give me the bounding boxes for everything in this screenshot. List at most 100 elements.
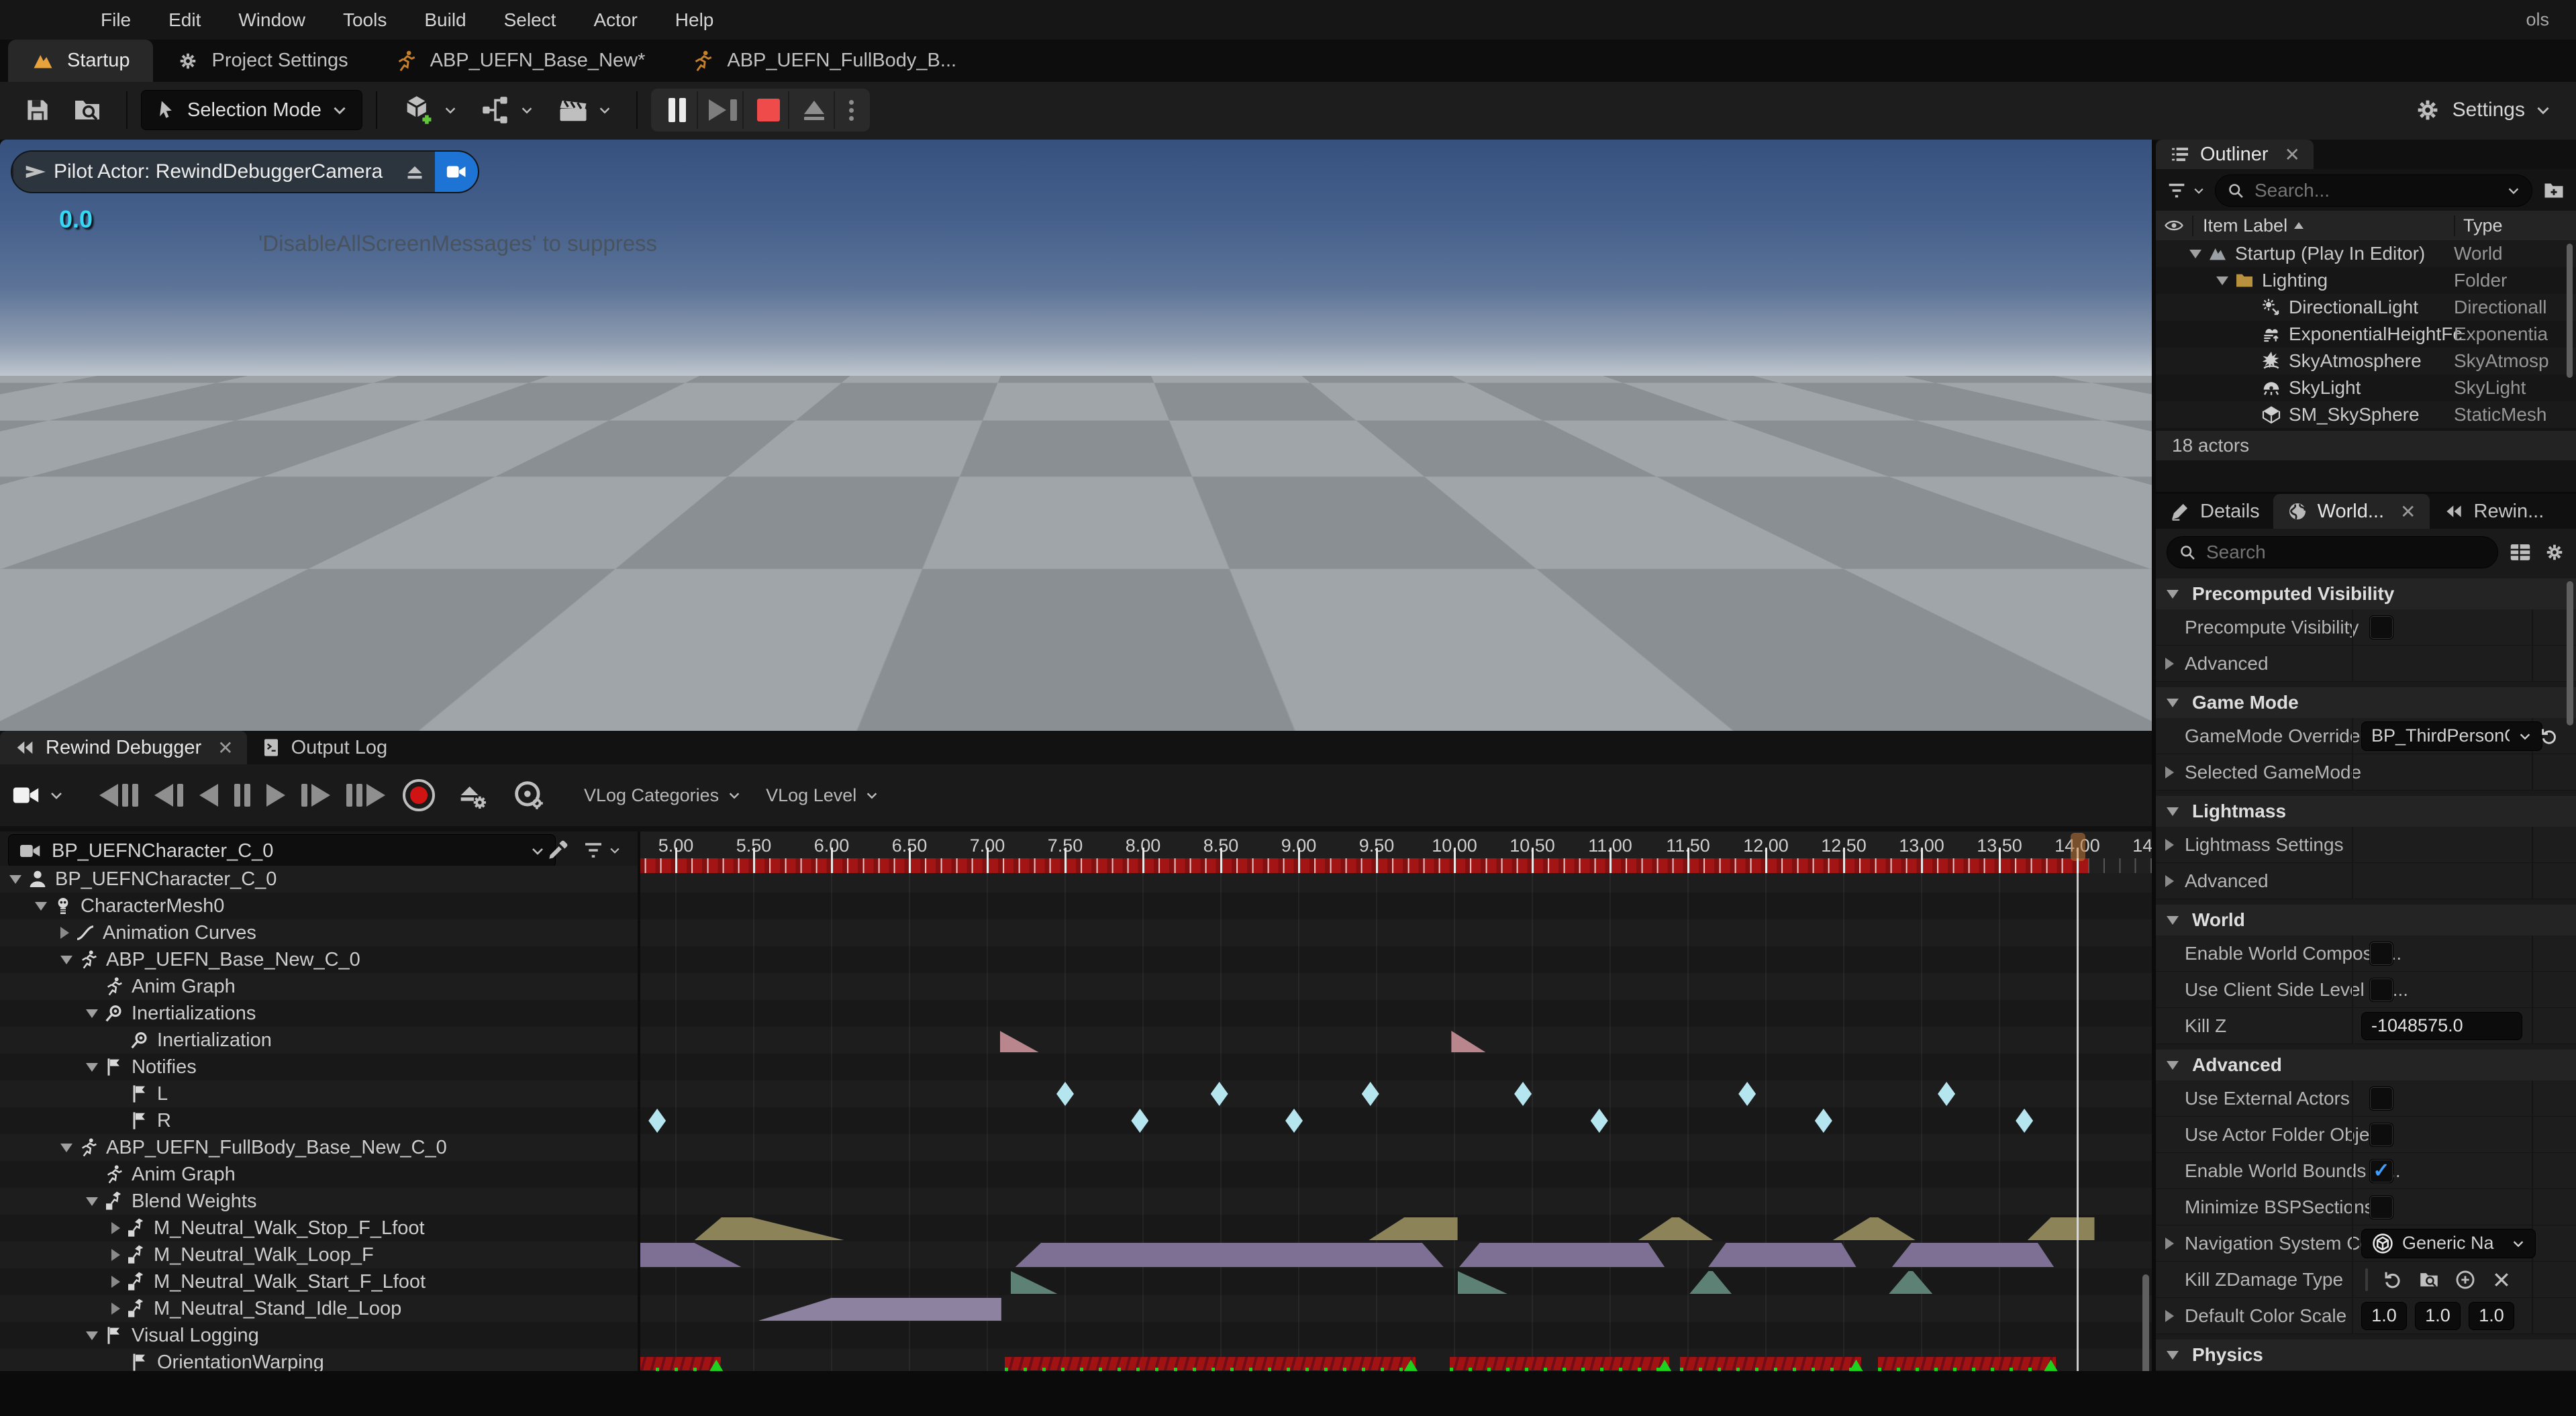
browse-content-icon[interactable] [71, 94, 103, 126]
pilot-actor-pill[interactable]: Pilot Actor: RewindDebuggerCamera [11, 150, 479, 193]
property-row[interactable]: Default Color Scale1.01.01.0 [2156, 1298, 2576, 1334]
tree-row[interactable]: Visual Logging [0, 1322, 638, 1349]
property-row[interactable]: Advanced [2156, 863, 2576, 899]
outliner-row[interactable]: SkyAtmosphereSkyAtmosp [2156, 348, 2576, 374]
section-header-advanced[interactable]: Advanced [2156, 1050, 2576, 1080]
menu-item-edit[interactable]: Edit [168, 9, 201, 31]
expander-down-icon[interactable] [2167, 916, 2179, 925]
property-row[interactable]: Kill Z-1048575.0 [2156, 1008, 2576, 1044]
tab-rewind-debugger[interactable]: Rewind Debugger ✕ [0, 731, 247, 764]
anim-weight-segment[interactable] [1015, 1243, 1444, 1267]
play-reverse-button[interactable] [199, 784, 218, 807]
doc-tab-3[interactable]: ABP_UEFN_Base_New* [371, 40, 668, 82]
property-row[interactable]: Enable World Compositi... [2156, 935, 2576, 972]
record-button[interactable] [403, 779, 435, 811]
playhead-line[interactable] [2077, 858, 2079, 1371]
outliner-scrollbar[interactable] [2567, 244, 2573, 378]
section-header-physics[interactable]: Physics [2156, 1339, 2576, 1370]
expander-down-icon[interactable] [2167, 807, 2179, 816]
visibility-column-icon[interactable] [2164, 215, 2184, 236]
close-icon[interactable]: ✕ [217, 737, 233, 759]
resume-button[interactable] [703, 91, 744, 129]
expander-down-icon[interactable] [60, 956, 72, 964]
expander-right-icon[interactable] [2165, 1237, 2174, 1250]
property-checkbox[interactable] [2369, 1086, 2393, 1111]
expander-down-icon[interactable] [86, 1331, 98, 1340]
property-row[interactable]: Precompute Visibility [2156, 609, 2576, 646]
vlog-level-dropdown[interactable]: VLog Level [766, 785, 879, 806]
tree-row[interactable]: OrientationWarping [0, 1349, 638, 1371]
property-row[interactable]: GameMode OverrideBP_ThirdPersonGa [2156, 718, 2576, 754]
step-forward-button[interactable] [301, 784, 330, 807]
tree-row[interactable]: L [0, 1080, 638, 1107]
tab-world[interactable]: World...✕ [2273, 494, 2430, 529]
outliner-search[interactable] [2215, 174, 2532, 207]
details-search-input[interactable] [2205, 541, 2487, 564]
pilot-camera-button[interactable] [435, 152, 478, 192]
property-row[interactable]: Use Client Side Level Str... [2156, 972, 2576, 1008]
menu-item-actor[interactable]: Actor [593, 9, 637, 31]
settings-button[interactable]: Settings [2412, 82, 2552, 138]
first-frame-button[interactable] [99, 784, 138, 807]
expander-down-icon[interactable] [86, 1063, 98, 1072]
details-search[interactable] [2167, 536, 2498, 568]
vlog-strip-segment[interactable] [1878, 1357, 2055, 1370]
property-row[interactable]: Enable World Bounds C...✓ [2156, 1153, 2576, 1189]
save-icon[interactable] [23, 95, 52, 125]
vector-component-0[interactable]: 1.0 [2361, 1302, 2407, 1330]
tree-row[interactable]: R [0, 1107, 638, 1134]
property-dropdown[interactable]: Generic Na [2361, 1229, 2536, 1258]
expander-down-icon[interactable] [60, 1144, 72, 1152]
step-back-button[interactable] [154, 784, 183, 807]
outliner-row[interactable]: ExponentialHeightFcExponentia [2156, 321, 2576, 348]
tree-row[interactable]: Inertialization [0, 1027, 638, 1054]
expander-right-icon[interactable] [111, 1276, 120, 1288]
outliner-row[interactable]: SkyLightSkyLight [2156, 374, 2576, 401]
trace-settings-icon[interactable] [511, 778, 546, 813]
column-type[interactable]: Type [2454, 215, 2503, 236]
tree-row[interactable]: ABP_UEFN_FullBody_Base_New_C_0 [0, 1134, 638, 1161]
expander-down-icon[interactable] [86, 1009, 98, 1018]
vlog-strip-segment[interactable] [1680, 1357, 1861, 1370]
tree-row[interactable]: M_Neutral_Walk_Start_F_Lfoot [0, 1268, 638, 1295]
property-row[interactable]: Advanced [2156, 646, 2576, 682]
menu-item-window[interactable]: Window [238, 9, 305, 31]
property-checkbox[interactable] [2369, 1195, 2393, 1219]
property-checkbox[interactable] [2369, 615, 2393, 640]
anim-weight-segment[interactable] [1459, 1243, 1665, 1267]
tree-filter-icon[interactable] [581, 838, 605, 862]
tree-row[interactable]: M_Neutral_Walk_Stop_F_Lfoot [0, 1215, 638, 1242]
details-scrollbar[interactable] [2567, 581, 2573, 725]
level-viewport[interactable]: Pilot Actor: RewindDebuggerCamera 0.0 'D… [0, 140, 2152, 731]
menu-item-file[interactable]: File [101, 9, 131, 31]
property-dropdown[interactable]: BP_ThirdPersonGa [2361, 721, 2542, 751]
property-input[interactable]: -1048575.0 [2361, 1012, 2522, 1040]
cinematics-button[interactable] [556, 93, 612, 128]
tree-row[interactable]: Blend Weights [0, 1188, 638, 1215]
expander-down-icon[interactable] [2167, 1061, 2179, 1070]
timeline-ruler[interactable]: 5.005.506.006.507.007.508.008.509.009.50… [640, 831, 2152, 873]
property-row[interactable]: Use Actor Folder Objects [2156, 1117, 2576, 1153]
last-frame-button[interactable] [346, 784, 385, 807]
pick-actor-icon[interactable] [545, 838, 571, 863]
selection-mode-dropdown[interactable]: Selection Mode [141, 90, 362, 130]
expander-down-icon[interactable] [2216, 276, 2228, 285]
expander-down-icon[interactable] [2167, 590, 2179, 599]
stop-piloting-icon[interactable] [403, 160, 427, 184]
property-checkbox[interactable] [2369, 942, 2393, 966]
tab-details[interactable]: Details [2156, 494, 2273, 529]
tab-output-log[interactable]: Output Log [247, 731, 401, 764]
expander-down-icon[interactable] [2167, 699, 2179, 707]
tree-row[interactable]: Anim Graph [0, 1161, 638, 1188]
debug-target-dropdown[interactable]: BP_UEFNCharacter_C_0 [8, 834, 556, 868]
playback-options-button[interactable] [840, 91, 863, 129]
expander-down-icon[interactable] [2167, 1351, 2179, 1360]
doc-tab-2[interactable]: Project Settings [153, 40, 371, 82]
doc-tab-1[interactable]: Startup [8, 40, 153, 82]
rewind-timeline[interactable]: 5.005.506.006.507.007.508.008.509.009.50… [640, 831, 2152, 1371]
expander-right-icon[interactable] [2165, 658, 2174, 670]
property-row[interactable]: Selected GameMode [2156, 754, 2576, 791]
stop-button[interactable] [749, 91, 789, 129]
tree-row[interactable]: BP_UEFNCharacter_C_0 [0, 866, 638, 893]
section-header-precomputedvisibility[interactable]: Precomputed Visibility [2156, 578, 2576, 609]
